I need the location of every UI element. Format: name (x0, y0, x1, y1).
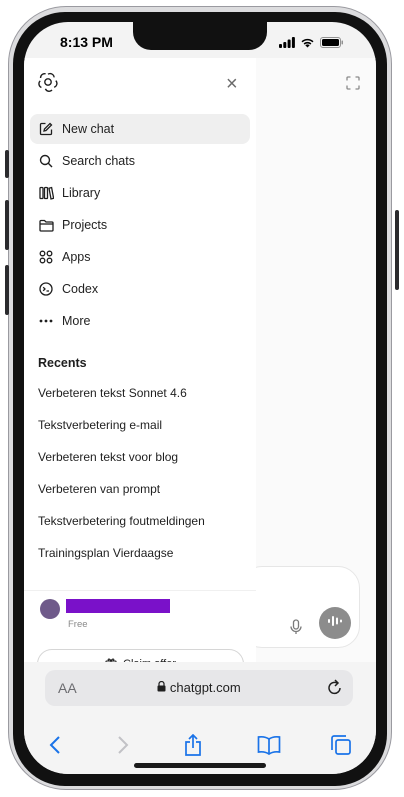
waveform-icon (328, 614, 342, 632)
sidebar-item-new-chat[interactable]: New chat (30, 114, 250, 144)
sidebar-item-label: Codex (62, 282, 99, 296)
bookmarks-icon[interactable] (254, 730, 284, 760)
folder-icon (38, 217, 54, 233)
recent-chat-item[interactable]: Tekstverbetering e-mail (38, 418, 248, 450)
volume-down-button (5, 265, 9, 315)
sidebar-item-search-chats[interactable]: Search chats (30, 146, 250, 176)
recents-list: Verbeteren tekst Sonnet 4.6 Tekstverbete… (38, 386, 248, 578)
tabs-icon[interactable] (326, 730, 356, 760)
lock-icon (157, 680, 170, 695)
back-icon[interactable] (40, 730, 70, 760)
profile-section[interactable]: Free Claim offer (24, 590, 256, 679)
sidebar-item-codex[interactable]: Codex (30, 274, 250, 304)
sidebar-menu: New chat Search chats Library Projects A… (30, 114, 250, 338)
recents-heading: Recents (38, 356, 87, 370)
notch (133, 22, 267, 50)
recent-chat-item[interactable]: Trainingsplan Vierdaagse (38, 546, 248, 578)
wifi-icon (300, 35, 315, 53)
openai-logo-icon[interactable] (38, 72, 58, 97)
recent-chat-item[interactable]: Verbeteren tekst voor blog (38, 450, 248, 482)
forward-icon[interactable] (108, 730, 138, 760)
safari-toolbar (24, 730, 376, 760)
sidebar-item-library[interactable]: Library (30, 178, 250, 208)
recent-chat-item[interactable]: Verbeteren tekst Sonnet 4.6 (38, 386, 248, 418)
recent-chat-item[interactable]: Tekstverbetering foutmeldingen (38, 514, 248, 546)
plan-label: Free (68, 619, 88, 630)
signal-icon (279, 35, 295, 53)
sidebar-item-more[interactable]: More (30, 306, 250, 336)
avatar[interactable] (40, 599, 60, 619)
recent-chat-item[interactable]: Verbeteren van prompt (38, 482, 248, 514)
sidebar-item-label: More (62, 314, 91, 328)
composer[interactable] (240, 566, 360, 648)
codex-icon (38, 281, 54, 297)
volume-up-button (5, 200, 9, 250)
battery-icon (320, 35, 344, 53)
voice-mode-button[interactable] (319, 607, 351, 639)
sidebar-item-label: New chat (62, 122, 115, 136)
edit-icon (38, 121, 54, 137)
library-icon (38, 185, 54, 201)
address-bar[interactable]: AA chatgpt.com (45, 670, 353, 706)
home-indicator (134, 763, 266, 768)
sidebar-item-apps[interactable]: Apps (30, 242, 250, 272)
sidebar-item-label: Library (62, 186, 101, 200)
sidebar-item-label: Apps (62, 250, 91, 264)
microphone-icon[interactable] (289, 619, 303, 640)
sidebar-item-label: Projects (62, 218, 108, 232)
action-button (5, 150, 9, 178)
url-text: chatgpt.com (45, 680, 353, 695)
close-icon[interactable]: × (226, 74, 238, 94)
status-icons (279, 35, 344, 53)
apps-icon (38, 249, 54, 265)
share-icon[interactable] (178, 730, 208, 760)
redacted-username (66, 599, 170, 613)
sidebar-drawer: × New chat Search chats Library Projects… (24, 58, 256, 679)
sidebar-item-label: Search chats (62, 154, 135, 168)
safari-bottom-bar: AA chatgpt.com (24, 662, 376, 774)
more-icon (38, 313, 54, 329)
power-button (395, 210, 399, 290)
status-time: 8:13 PM (60, 34, 113, 50)
sidebar-item-projects[interactable]: Projects (30, 210, 250, 240)
phone-screen: 8:13 PM × New chat Search chats Library … (24, 22, 376, 774)
url-label: chatgpt.com (169, 680, 241, 695)
reload-icon[interactable] (327, 678, 343, 701)
fullscreen-icon[interactable] (346, 76, 360, 95)
search-icon (38, 153, 54, 169)
